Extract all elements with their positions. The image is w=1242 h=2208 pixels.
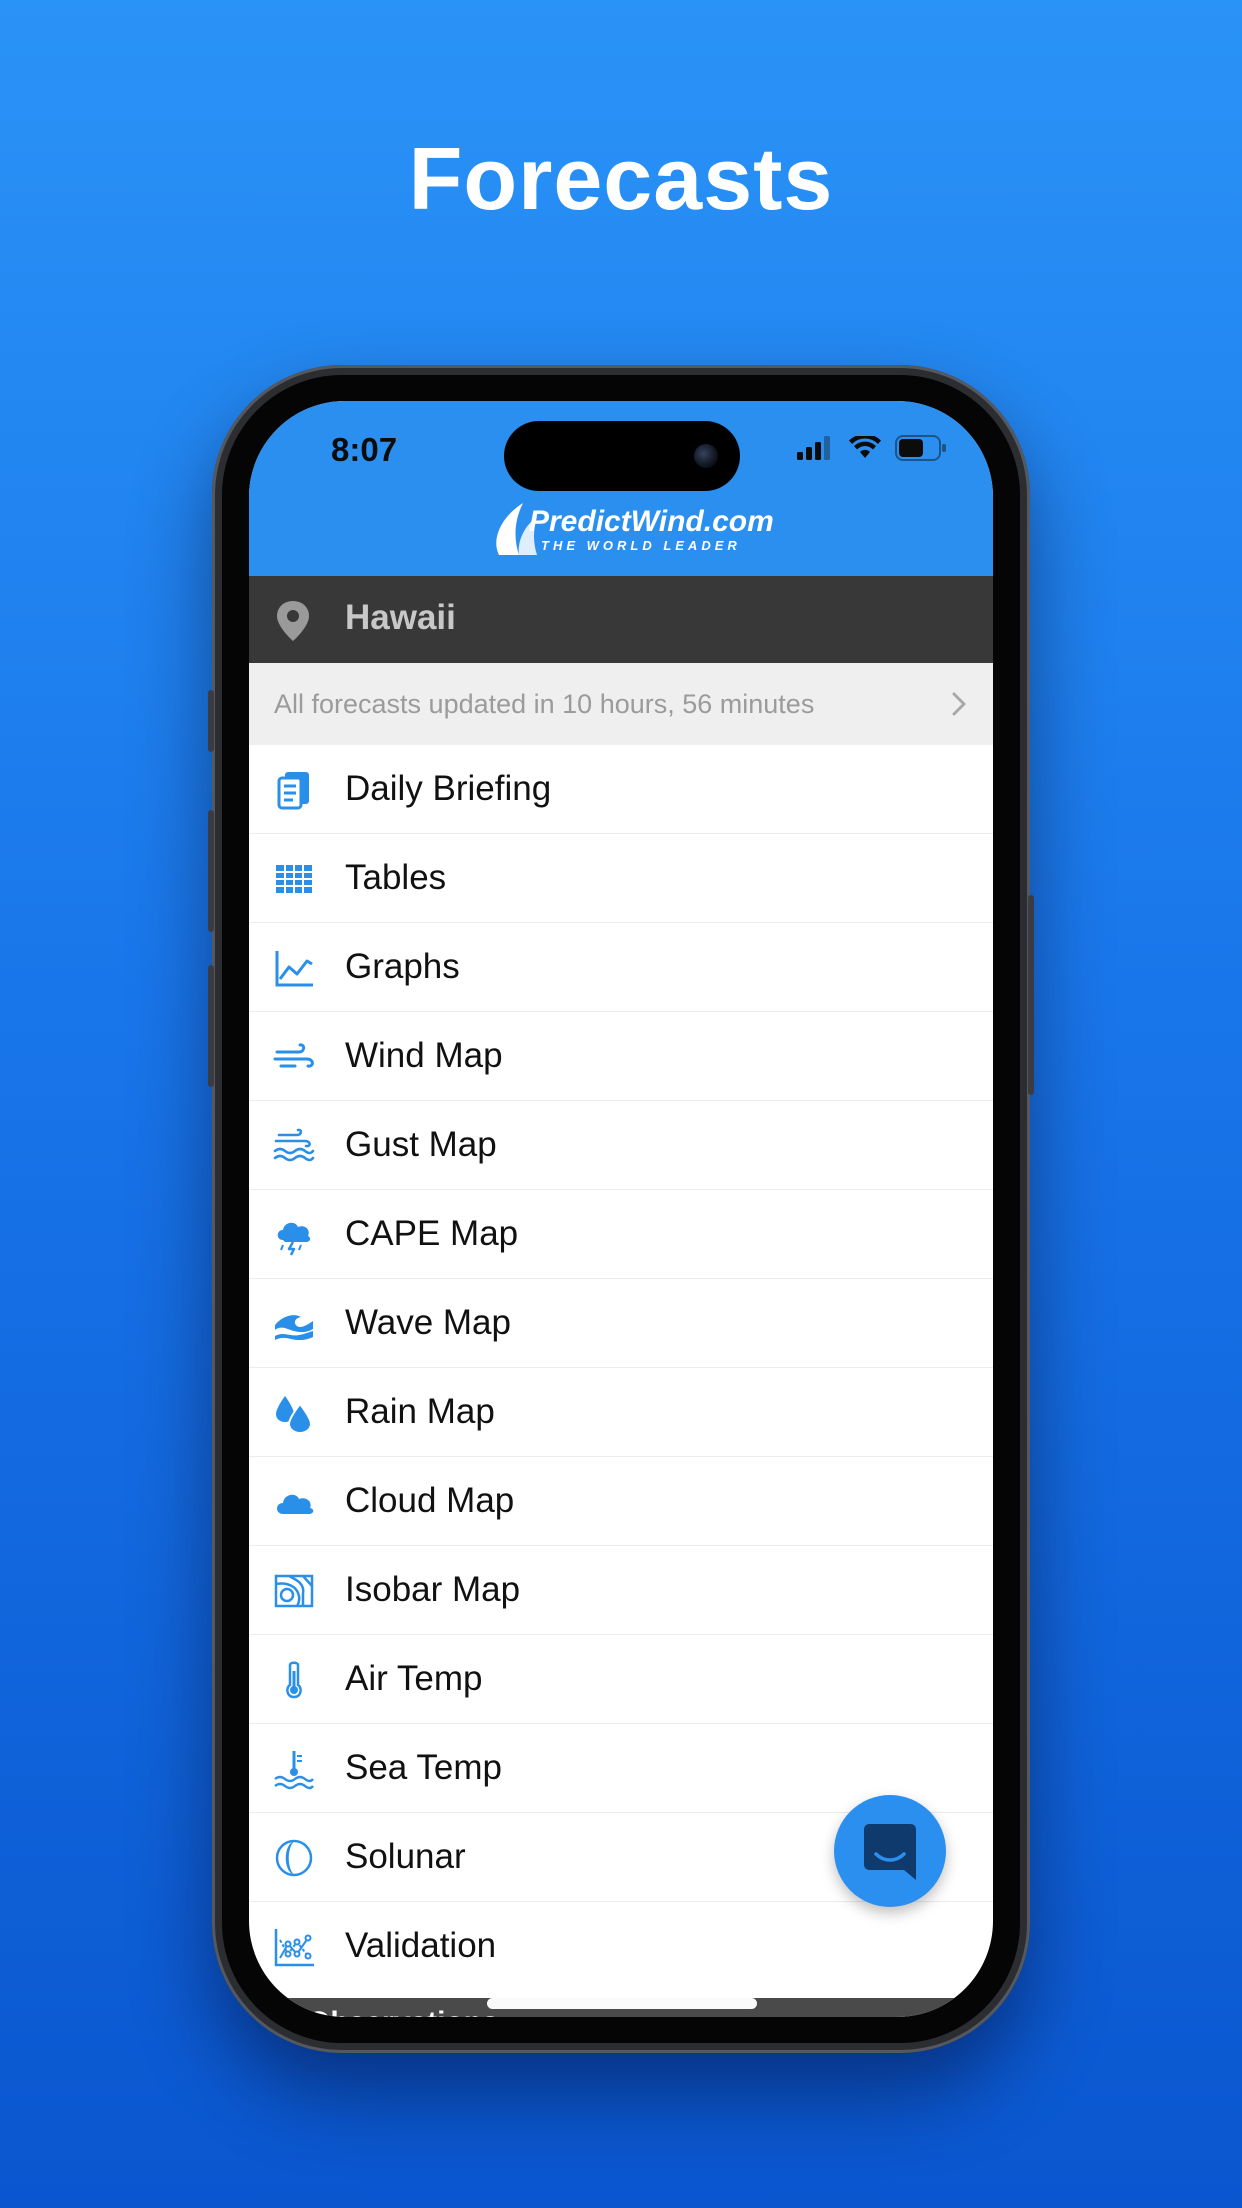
gust-icon — [273, 1128, 315, 1162]
wave-icon — [275, 1315, 313, 1341]
menu-item-label: Isobar Map — [345, 1570, 521, 1609]
menu-item-gust-map[interactable]: Gust Map — [249, 1101, 993, 1190]
chat-icon — [864, 1824, 916, 1880]
menu-item-label: Gust Map — [345, 1125, 497, 1164]
thermometer-icon — [286, 1661, 302, 1699]
briefing-icon — [277, 772, 309, 810]
validation-icon — [274, 1929, 314, 1967]
moon-icon — [275, 1839, 313, 1877]
chevron-right-icon — [952, 692, 966, 716]
isobar-icon — [274, 1574, 314, 1608]
rain-drops-icon — [276, 1396, 313, 1434]
sea-temp-icon — [274, 1751, 314, 1790]
menu-item-daily-briefing[interactable]: Daily Briefing — [249, 745, 993, 834]
menu-item-wind-map[interactable]: Wind Map — [249, 1012, 993, 1101]
menu-item-validation[interactable]: Validation — [249, 1902, 993, 1990]
menu-item-label: Wave Map — [345, 1303, 511, 1342]
forecast-update-notice[interactable]: All forecasts updated in 10 hours, 56 mi… — [249, 663, 993, 745]
menu-item-rain-map[interactable]: Rain Map — [249, 1368, 993, 1457]
location-selector[interactable]: Hawaii — [249, 576, 993, 663]
brand-tagline: THE WORLD LEADER — [541, 538, 741, 553]
status-time: 8:07 — [331, 431, 398, 468]
menu-item-isobar-map[interactable]: Isobar Map — [249, 1546, 993, 1635]
predictwind-logo: PredictWind.com THE WORLD LEADER — [496, 503, 774, 555]
location-pin-icon — [277, 601, 309, 641]
location-name: Hawaii — [345, 598, 456, 637]
battery-icon — [895, 435, 946, 461]
dynamic-island — [504, 421, 740, 491]
menu-item-label: Solunar — [345, 1837, 466, 1876]
signal-icon — [797, 436, 830, 460]
page-headline: Forecasts — [408, 129, 834, 228]
chat-support-button[interactable] — [834, 1795, 946, 1907]
menu-item-cloud-map[interactable]: Cloud Map — [249, 1457, 993, 1546]
cloud-icon — [277, 1494, 314, 1514]
power-button — [1028, 895, 1034, 1095]
menu-item-label: Validation — [345, 1926, 497, 1965]
wind-icon — [273, 1043, 314, 1068]
menu-item-label: Wind Map — [345, 1036, 503, 1075]
storm-cloud-icon — [277, 1222, 311, 1256]
action-button — [208, 690, 214, 752]
menu-item-label: Graphs — [345, 947, 460, 986]
menu-item-label: Rain Map — [345, 1392, 495, 1431]
home-indicator[interactable] — [487, 1998, 757, 2009]
menu-item-graphs[interactable]: Graphs — [249, 923, 993, 1012]
menu-item-label: Cloud Map — [345, 1481, 515, 1520]
phone-frame: 8:07 PredictWind.com THE WORLD LEADER Ha… — [208, 365, 1034, 2053]
menu-item-air-temp[interactable]: Air Temp — [249, 1635, 993, 1724]
graph-icon — [275, 951, 313, 987]
update-notice-text: All forecasts updated in 10 hours, 56 mi… — [274, 689, 815, 719]
menu-item-label: CAPE Map — [345, 1214, 519, 1253]
menu-item-label: Air Temp — [345, 1659, 483, 1698]
status-icons — [797, 435, 947, 461]
menu-item-label: Tables — [345, 858, 447, 897]
menu-item-cape-map[interactable]: CAPE Map — [249, 1190, 993, 1279]
volume-up-button — [208, 810, 214, 932]
observations-section-label: Observations — [307, 2006, 499, 2017]
app-header: 8:07 PredictWind.com THE WORLD LEADER — [249, 401, 993, 576]
wifi-icon — [849, 436, 881, 458]
table-icon — [276, 865, 312, 893]
menu-item-label: Daily Briefing — [345, 769, 552, 808]
menu-item-wave-map[interactable]: Wave Map — [249, 1279, 993, 1368]
brand-name: PredictWind.com — [529, 505, 774, 538]
volume-down-button — [208, 965, 214, 1087]
app-screen: 8:07 PredictWind.com THE WORLD LEADER Ha… — [249, 401, 993, 2017]
menu-item-tables[interactable]: Tables — [249, 834, 993, 923]
camera-icon — [694, 444, 718, 468]
menu-item-label: Sea Temp — [345, 1748, 502, 1787]
